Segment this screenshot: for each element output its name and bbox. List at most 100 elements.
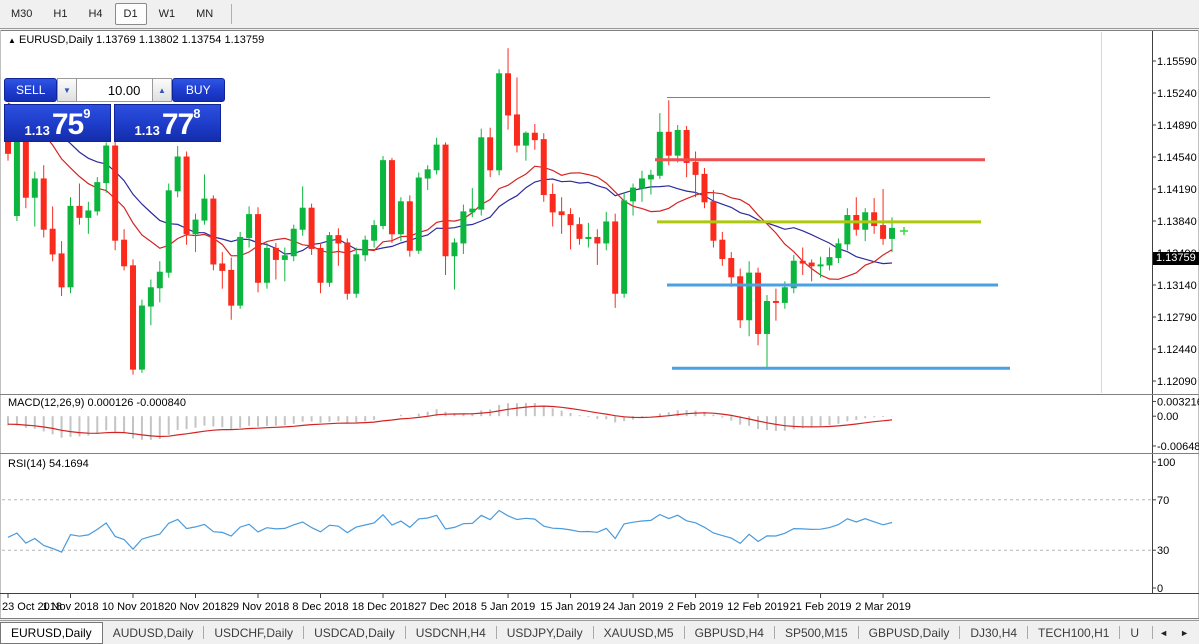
candle-bear xyxy=(737,276,744,321)
chart-tab-gbpusd-h4[interactable]: GBPUSD,H4 xyxy=(685,623,774,643)
candle-bear xyxy=(388,160,395,235)
candle-bull xyxy=(281,255,288,260)
chart-window: 1.15590 1.15240 1.14890 1.14540 1.14190 1.138… xyxy=(0,30,1199,619)
candle-bull xyxy=(290,228,297,257)
candle-bear xyxy=(58,253,65,288)
buy-price-display[interactable]: 1.13 77 8 xyxy=(114,104,221,142)
chart-tabs-bar: EURUSD,Daily AUDUSD,Daily USDCHF,Daily USDC… xyxy=(0,620,1199,644)
macd-values: 0.000126 -0.000840 xyxy=(87,397,186,409)
candle-bear xyxy=(683,129,690,163)
candle-bear xyxy=(871,212,878,227)
chart-tab-tech100-h1[interactable]: TECH100,H1 xyxy=(1028,623,1119,643)
chart-tab-usdjpy-daily[interactable]: USDJPY,Daily xyxy=(497,623,593,643)
candle-bull xyxy=(451,242,458,257)
candle-bear xyxy=(808,262,815,267)
rsi-name: RSI(14) xyxy=(8,458,46,470)
candle-bear xyxy=(121,239,128,267)
date-tick-label: 12 Feb 2019 xyxy=(727,601,789,613)
volume-increase-button[interactable]: ▲ xyxy=(152,78,172,102)
candle-bear xyxy=(130,265,137,370)
timeframe-button-mn[interactable]: MN xyxy=(187,3,222,25)
chart-tab-xauusd-m5[interactable]: XAUUSD,M5 xyxy=(594,623,684,643)
price-tick-label: 1.14890 xyxy=(1157,120,1197,132)
collapse-subwindow-icon[interactable]: ▲ xyxy=(8,36,16,45)
chart-tab-dj30-h4[interactable]: DJ30,H4 xyxy=(960,623,1027,643)
candle-bear xyxy=(558,211,565,216)
candle-bear xyxy=(719,239,726,259)
timeframe-button-d1[interactable]: D1 xyxy=(114,3,147,25)
candle-bull xyxy=(31,178,38,198)
macd-tick-label: 0.003216 xyxy=(1157,396,1199,408)
toolbar-separator xyxy=(231,4,233,24)
candle-bull xyxy=(424,169,431,179)
sell-price-display[interactable]: 1.13 75 9 xyxy=(4,104,111,142)
rsi-tick-label: 70 xyxy=(1157,495,1169,507)
sell-price-small: 1.13 xyxy=(24,123,50,138)
candle-bull xyxy=(85,210,92,218)
candle-bull xyxy=(469,208,476,213)
timeframe-button-m30[interactable]: M30 xyxy=(2,3,41,25)
chart-tab-u[interactable]: U xyxy=(1120,623,1149,643)
candle-bull xyxy=(165,190,172,273)
chart-tab-eurusd-daily[interactable]: EURUSD,Daily xyxy=(0,621,103,644)
volume-input[interactable]: 10.00 xyxy=(76,78,153,102)
sell-price-big: 75 xyxy=(51,108,84,141)
buy-price-sup: 8 xyxy=(193,106,201,121)
candle-bull xyxy=(522,132,529,146)
chart-ohlc-values: 1.13769 1.13802 1.13754 1.13759 xyxy=(96,34,265,46)
date-tick-label: 29 Nov 2018 xyxy=(227,601,289,613)
candle-bull xyxy=(826,257,833,266)
candle-bull xyxy=(371,225,378,241)
chart-tab-usdcad-daily[interactable]: USDCAD,Daily xyxy=(304,623,405,643)
candle-bull xyxy=(67,205,74,288)
candle-bull xyxy=(326,235,333,283)
candle-bear xyxy=(728,257,735,278)
chart-tab-usdchf-daily[interactable]: USDCHF,Daily xyxy=(204,623,303,643)
candle-bear xyxy=(772,300,779,303)
chart-tab-audusd-daily[interactable]: AUDUSD,Daily xyxy=(103,623,204,643)
chart-tabs: EURUSD,Daily AUDUSD,Daily USDCHF,Daily USDC… xyxy=(0,621,1149,644)
price-tick-label: 1.15240 xyxy=(1157,88,1197,100)
candle-bear xyxy=(442,144,449,257)
price-tick-label: 1.12090 xyxy=(1157,376,1197,388)
candle-bear xyxy=(549,193,556,213)
macd-tick-label: -0.006485 xyxy=(1157,441,1199,453)
date-tick-label: 15 Jan 2019 xyxy=(540,601,601,613)
current-price-tag: 1.13759 xyxy=(1153,252,1199,266)
date-tick-label: 1 Nov 2018 xyxy=(42,601,98,613)
macd-indicator-label: MACD(12,26,9) 0.000126 -0.000840 xyxy=(8,397,186,409)
rsi-indicator-label: RSI(14) 54.1694 xyxy=(8,458,89,470)
candle-bear xyxy=(594,236,601,244)
candle-bull xyxy=(460,211,467,244)
candle-bear xyxy=(406,201,413,251)
tabs-scroll-right-button[interactable]: ► xyxy=(1174,626,1195,640)
date-tick-label: 2 Feb 2019 xyxy=(668,601,724,613)
date-tick-label: 24 Jan 2019 xyxy=(603,601,664,613)
candle-bull xyxy=(147,287,154,307)
candle-bear xyxy=(692,161,699,175)
one-click-trade-panel: SELL ▼ 10.00 ▲ BUY 1.13 75 9 1.13 77 8 xyxy=(4,78,225,142)
candle-bull xyxy=(237,236,244,306)
chart-tab-usdcnh-h4[interactable]: USDCNH,H4 xyxy=(406,623,496,643)
candle-bull xyxy=(246,214,253,238)
tab-scroll-arrows: ◄ ► xyxy=(1152,626,1199,640)
date-tick-label: 5 Jan 2019 xyxy=(481,601,535,613)
candle-bull xyxy=(201,198,208,221)
volume-decrease-button[interactable]: ▼ xyxy=(57,78,77,102)
candle-bear xyxy=(665,131,672,156)
buy-button[interactable]: BUY xyxy=(171,78,225,102)
timeframe-button-h4[interactable]: H4 xyxy=(79,3,111,25)
rsi-tick-label: 100 xyxy=(1157,457,1175,469)
chart-tab-sp500-m15[interactable]: SP500,M15 xyxy=(775,623,858,643)
price-tick-label: 1.12440 xyxy=(1157,344,1197,356)
timeframe-button-h1[interactable]: H1 xyxy=(44,3,76,25)
candle-bull xyxy=(299,207,306,230)
candle-bull xyxy=(638,178,645,189)
date-tick-label: 18 Dec 2018 xyxy=(352,601,414,613)
tabs-scroll-left-button[interactable]: ◄ xyxy=(1153,626,1174,640)
chart-tab-gbpusd-daily[interactable]: GBPUSD,Daily xyxy=(859,623,960,643)
chart-ohlc-header: ▲ EURUSD,Daily 1.13769 1.13802 1.13754 1… xyxy=(8,34,264,46)
candle-bear xyxy=(22,136,29,198)
timeframe-button-w1[interactable]: W1 xyxy=(150,3,185,25)
sell-button[interactable]: SELL xyxy=(4,78,58,102)
